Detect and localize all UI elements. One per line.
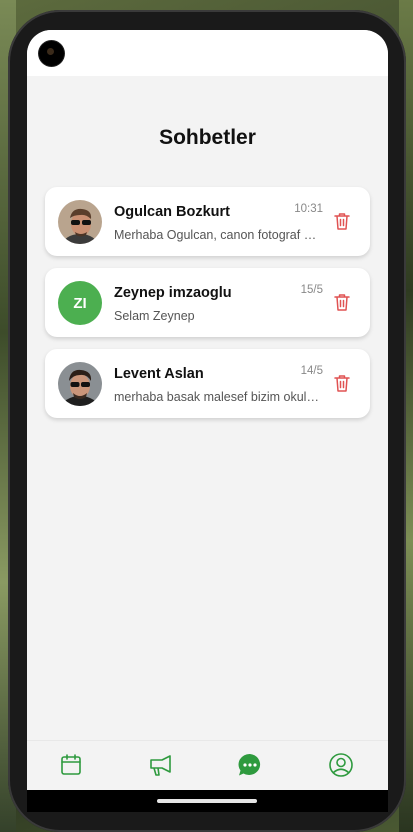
trash-icon[interactable] [334,293,350,311]
chat-name: Ogulcan Bozkurt [114,204,231,220]
chat-last-message: Selam Zeynep [114,309,195,323]
chat-item[interactable]: Ogulcan Bozkurt 10:31 Merhaba Ogulcan, c… [45,187,370,256]
avatar [58,362,102,406]
profile-icon[interactable] [328,752,354,778]
avatar [58,200,102,244]
photo-icon [58,200,102,244]
chat-name: Levent Aslan [114,366,204,382]
camera-icon [39,41,64,66]
chat-last-message: merhaba basak malesef bizim okulumuz [114,390,324,404]
avatar: ZI [58,281,102,325]
chat-time: 14/5 [300,365,323,377]
megaphone-icon[interactable] [148,752,174,778]
chat-name: Zeynep imzaoglu [114,285,232,301]
chat-item[interactable]: ZI Zeynep imzaoglu 15/5 Selam Zeynep [45,268,370,337]
status-bar [27,30,388,76]
bottom-nav [27,740,388,790]
app-screen: Sohbetler Ogulcan Bozkurt 10:31 Merhaba … [27,30,388,790]
chat-last-message: Merhaba Ogulcan, canon fotograf makinesi… [114,228,324,242]
page-title: Sohbetler [159,126,256,149]
calendar-icon[interactable] [58,752,84,778]
trash-icon[interactable] [334,212,350,230]
home-indicator[interactable] [157,799,257,803]
trash-icon[interactable] [334,374,350,392]
chat-time: 15/5 [300,284,323,296]
chat-time: 10:31 [294,203,323,215]
chat-item[interactable]: Levent Aslan 14/5 merhaba basak malesef … [45,349,370,418]
chat-icon[interactable] [237,752,263,778]
photo-icon [58,362,102,406]
